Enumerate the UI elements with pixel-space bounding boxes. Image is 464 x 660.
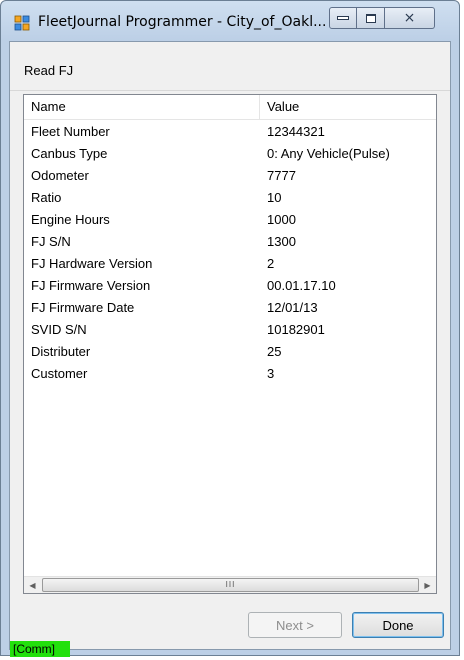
page-title: Read FJ: [24, 63, 74, 78]
row-value: 10: [267, 190, 282, 205]
row-value: 0: Any Vehicle(Pulse): [267, 146, 390, 161]
scroll-left-button[interactable]: ◀: [24, 577, 41, 593]
scroll-left-icon: ◀: [29, 580, 36, 590]
close-icon: ⨯: [403, 10, 416, 26]
comm-status-badge: [Comm]: [10, 641, 70, 657]
table-row[interactable]: Customer 3: [24, 363, 436, 385]
maximize-icon: [365, 13, 376, 23]
table-row[interactable]: Engine Hours 1000: [24, 209, 436, 231]
column-header-name[interactable]: Name: [24, 95, 260, 119]
row-value: 1300: [267, 234, 296, 249]
title-bar[interactable]: FleetJournal Programmer - City_of_Oakl..…: [1, 1, 459, 41]
row-value: 25: [267, 344, 282, 359]
list-rows: Fleet Number 12344321 Canbus Type 0: Any Ve…: [24, 121, 436, 385]
table-row[interactable]: Ratio 10: [24, 187, 436, 209]
row-name: FJ Firmware Version: [31, 278, 151, 293]
table-row[interactable]: SVID S/N 10182901: [24, 319, 436, 341]
properties-list[interactable]: Name Value Fleet Number 12344321 Canbus Ty…: [23, 94, 437, 594]
table-row[interactable]: FJ Hardware Version 2: [24, 253, 436, 275]
row-name: Canbus Type: [31, 146, 108, 161]
scroll-right-icon: ▶: [424, 580, 431, 590]
row-name: FJ Firmware Date: [31, 300, 135, 315]
table-row[interactable]: FJ Firmware Date 12/01/13: [24, 297, 436, 319]
row-name: Fleet Number: [31, 124, 110, 139]
row-value: 12/01/13: [267, 300, 318, 315]
maximize-button[interactable]: [357, 7, 385, 29]
window-title: FleetJournal Programmer - City_of_Oakl..…: [38, 14, 327, 30]
table-row[interactable]: Odometer 7777: [24, 165, 436, 187]
done-button[interactable]: Done: [352, 612, 444, 638]
header-divider: [10, 90, 450, 91]
scroll-grip: III: [225, 580, 236, 589]
table-row[interactable]: Distributer 25: [24, 341, 436, 363]
row-name: Odometer: [31, 168, 89, 183]
row-name: SVID S/N: [31, 322, 87, 337]
app-icon: [14, 15, 30, 31]
row-value: 3: [267, 366, 275, 381]
column-header-value[interactable]: Value: [260, 95, 436, 119]
minimize-button[interactable]: [329, 7, 357, 29]
horizontal-scrollbar[interactable]: ◀ III ▶: [24, 576, 436, 593]
row-name: Customer: [31, 366, 88, 381]
table-row[interactable]: Fleet Number 12344321: [24, 121, 436, 143]
row-value: 2: [267, 256, 275, 271]
list-header: Name Value: [24, 95, 436, 120]
close-button[interactable]: ⨯: [385, 7, 435, 29]
row-value: 1000: [267, 212, 296, 227]
row-name: Ratio: [31, 190, 62, 205]
table-row[interactable]: FJ S/N 1300: [24, 231, 436, 253]
scroll-thumb[interactable]: III: [42, 578, 419, 592]
table-row[interactable]: FJ Firmware Version 00.01.17.10: [24, 275, 436, 297]
row-name: Distributer: [31, 344, 91, 359]
row-name: FJ Hardware Version: [31, 256, 153, 271]
client-area: Read FJ Name Value Fleet Number 12344321 C…: [9, 41, 451, 650]
row-value: 10182901: [267, 322, 325, 337]
scroll-right-button[interactable]: ▶: [419, 577, 436, 593]
row-value: 00.01.17.10: [267, 278, 336, 293]
row-name: FJ S/N: [31, 234, 71, 249]
app-window: FleetJournal Programmer - City_of_Oakl..…: [0, 0, 460, 657]
row-value: 7777: [267, 168, 296, 183]
row-value: 12344321: [267, 124, 325, 139]
minimize-icon: [337, 16, 349, 20]
next-button[interactable]: Next >: [248, 612, 342, 638]
row-name: Engine Hours: [31, 212, 110, 227]
table-row[interactable]: Canbus Type 0: Any Vehicle(Pulse): [24, 143, 436, 165]
